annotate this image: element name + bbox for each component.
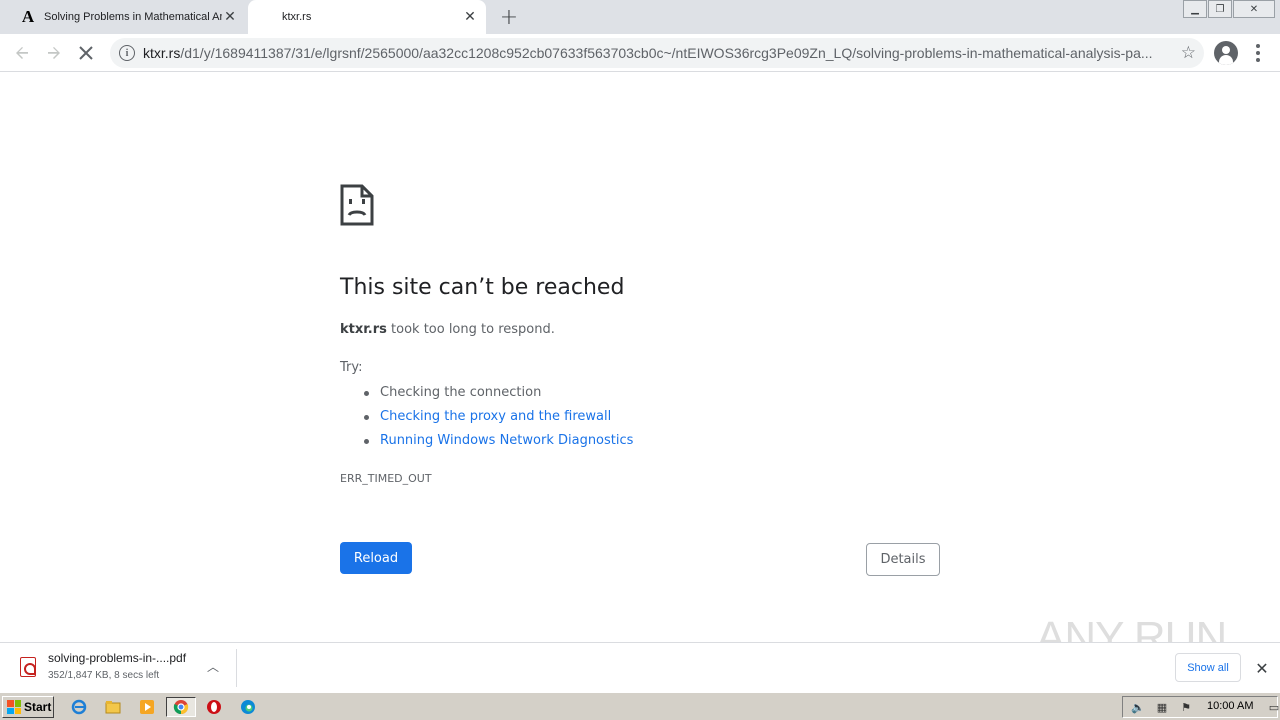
tab-strip: A Solving Problems in Mathematical An ✕ … (0, 0, 1280, 34)
suggestion-check-connection: Checking the connection (363, 383, 633, 407)
show-desktop-icon[interactable]: ▭ (1265, 699, 1280, 715)
pdf-file-icon (20, 657, 36, 677)
chrome-icon[interactable] (166, 697, 196, 717)
try-label: Try: (340, 360, 363, 375)
download-item[interactable]: solving-problems-in-....pdf 352/1,847 KB… (0, 643, 236, 693)
sad-page-icon (340, 184, 374, 226)
chevron-up-icon[interactable]: ︿ (204, 657, 222, 675)
show-all-button[interactable]: Show all (1175, 653, 1241, 682)
taskbar-clock[interactable]: 10:00 AM (1207, 700, 1253, 712)
close-tab-icon[interactable]: ✕ (462, 9, 478, 25)
tab-favicon: A (21, 7, 35, 26)
tab-solving-problems[interactable]: A Solving Problems in Mathematical An ✕ (8, 0, 246, 34)
download-shelf: solving-problems-in-....pdf 352/1,847 KB… (0, 642, 1280, 692)
edge-icon[interactable] (237, 697, 259, 717)
close-shelf-icon[interactable]: ✕ (1252, 658, 1272, 678)
tab-ktxr[interactable]: ktxr.rs ✕ (248, 0, 486, 34)
bookmark-star-icon[interactable]: ☆ (1181, 43, 1196, 63)
new-tab-button[interactable]: + (498, 5, 520, 30)
windows-taskbar: Start 🔈 ▦ ⚑ 10:00 AM ▭ (0, 692, 1280, 720)
forward-arrow-icon (48, 47, 60, 59)
tab-title: Solving Problems in Mathematical An (44, 11, 222, 23)
start-label: Start (24, 700, 52, 714)
url-host: ktxr.rs (143, 45, 181, 61)
url-path: /d1/y/1689411387/31/e/lgrsnf/2565000/aa3… (180, 45, 1153, 61)
browser-toolbar: i ktxr.rs/d1/y/1689411387/31/e/lgrsnf/25… (0, 34, 1280, 72)
download-filename: solving-problems-in-....pdf (48, 651, 187, 665)
error-description: ktxr.rs took too long to respond. (340, 322, 555, 337)
internet-explorer-icon[interactable] (68, 697, 90, 717)
error-title: This site can’t be reached (340, 275, 625, 300)
shelf-divider (236, 649, 237, 687)
site-info-icon[interactable]: i (119, 45, 135, 61)
error-host: ktxr.rs (340, 322, 387, 337)
download-status: 352/1,847 KB, 8 secs left (48, 670, 160, 681)
back-button[interactable] (10, 41, 34, 65)
window-close-button[interactable]: ✕ (1233, 0, 1275, 18)
details-button[interactable]: Details (866, 543, 940, 576)
system-tray: 🔈 ▦ ⚑ 10:00 AM ▭ (1122, 696, 1280, 718)
restore-button[interactable]: ❐ (1208, 0, 1232, 18)
url-text[interactable]: ktxr.rs/d1/y/1689411387/31/e/lgrsnf/2565… (143, 45, 1163, 61)
tab-title: ktxr.rs (282, 11, 312, 23)
address-bar[interactable]: i ktxr.rs/d1/y/1689411387/31/e/lgrsnf/25… (110, 38, 1204, 68)
stop-loading-button[interactable] (74, 41, 98, 65)
file-explorer-icon[interactable] (102, 697, 124, 717)
reload-button[interactable]: Reload (340, 542, 412, 574)
volume-icon[interactable]: 🔈 (1129, 699, 1147, 715)
forward-button[interactable] (42, 41, 66, 65)
stop-icon (79, 46, 93, 60)
suggestion-list: Checking the connection Checking the pro… (363, 383, 633, 455)
error-code: ERR_TIMED_OUT (340, 472, 432, 485)
opera-icon[interactable] (203, 697, 225, 717)
kebab-menu-icon[interactable] (1248, 42, 1268, 64)
suggestion-network-diagnostics-link[interactable]: Running Windows Network Diagnostics (363, 431, 633, 455)
profile-avatar-icon[interactable] (1214, 41, 1238, 65)
back-arrow-icon (16, 47, 28, 59)
action-center-flag-icon[interactable]: ⚑ (1177, 699, 1195, 715)
close-tab-icon[interactable]: ✕ (222, 9, 238, 25)
windows-logo-icon (7, 700, 21, 714)
media-player-icon[interactable] (136, 697, 158, 717)
suggestion-check-proxy-link[interactable]: Checking the proxy and the firewall (363, 407, 633, 431)
network-icon[interactable]: ▦ (1153, 699, 1171, 715)
minimize-button[interactable]: ▁ (1183, 0, 1207, 18)
error-message: took too long to respond. (386, 322, 555, 337)
start-button[interactable]: Start (2, 696, 54, 718)
error-page: This site can’t be reached ktxr.rs took … (0, 72, 1280, 642)
